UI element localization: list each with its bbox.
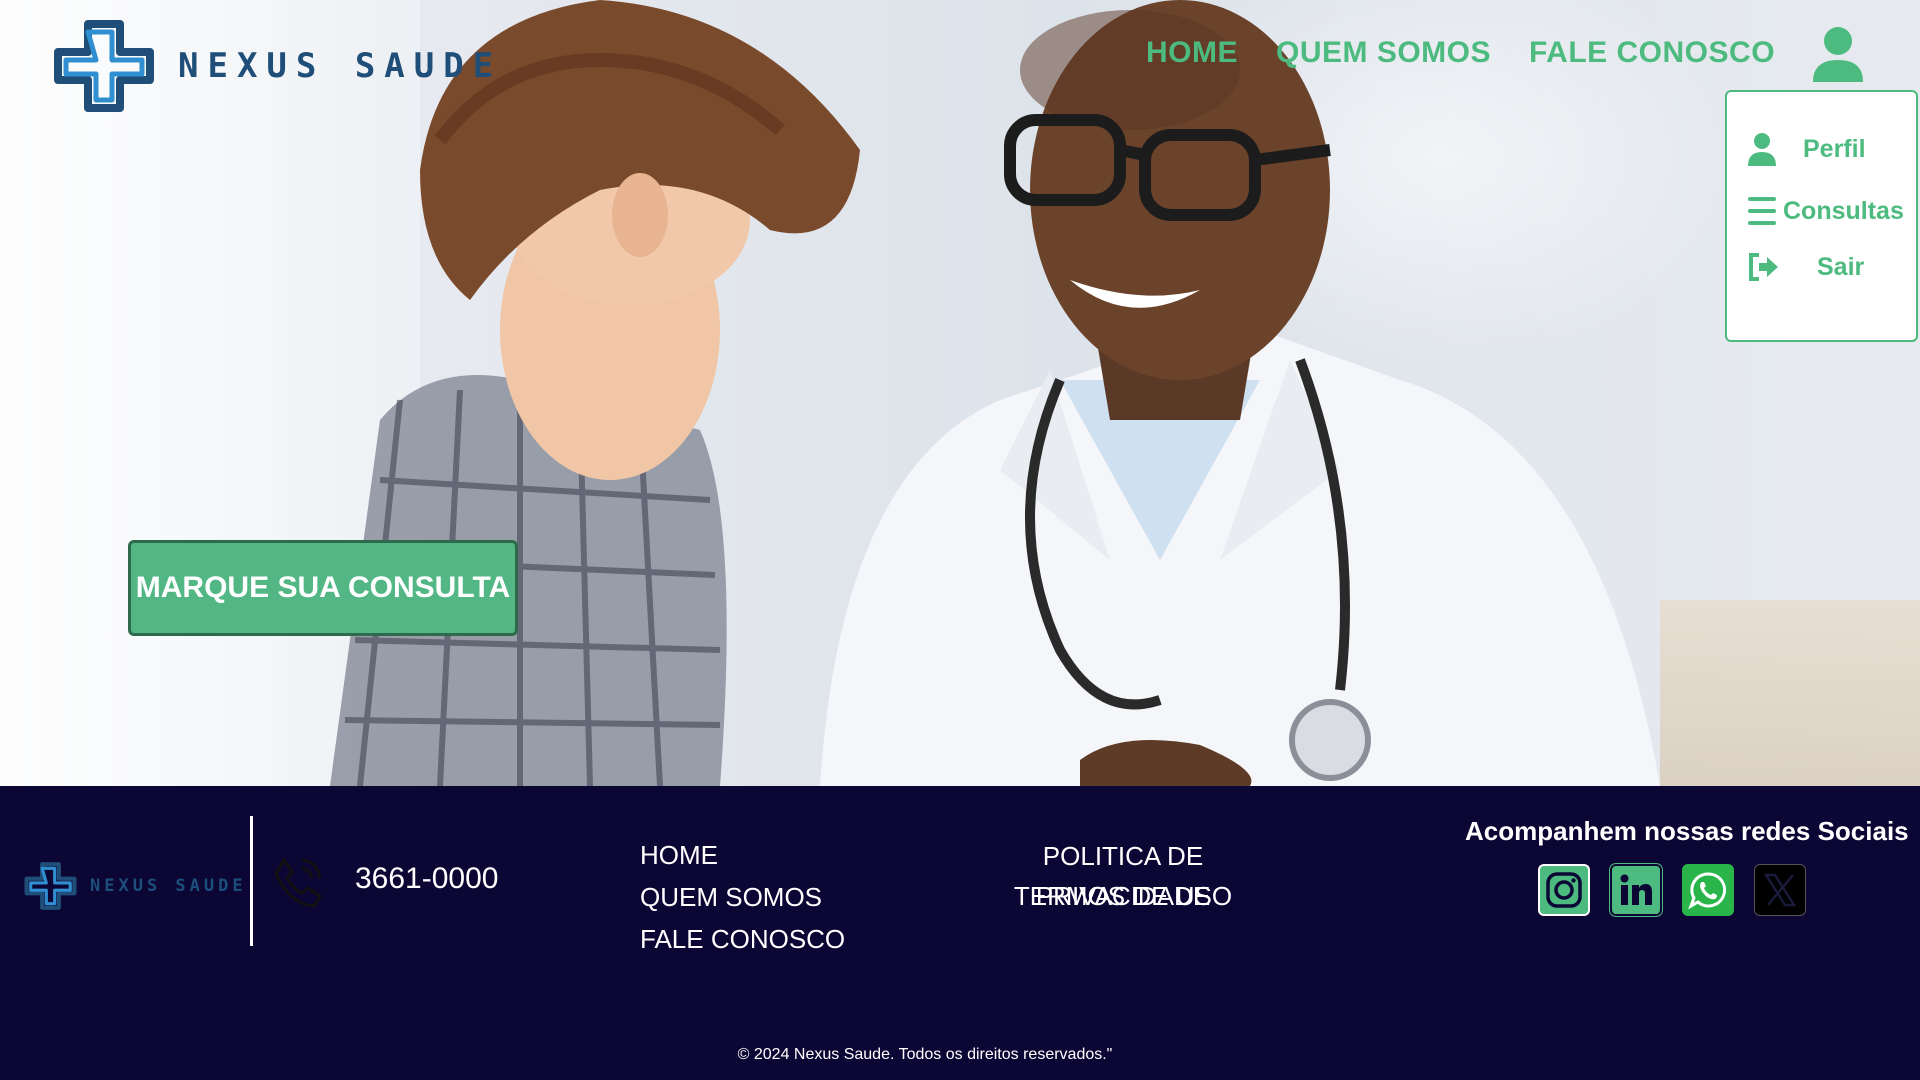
footer-link-terms[interactable]: TERMOS DE USO xyxy=(968,876,1278,916)
menu-item-label: Perfil xyxy=(1803,134,1866,163)
footer-brand-logo[interactable]: NEXUS SAUDE xyxy=(22,860,247,912)
hero-banner xyxy=(0,0,1920,786)
footer-nav: HOME QUEM SOMOS FALE CONOSCO xyxy=(640,834,845,960)
menu-item-sair[interactable]: Sair xyxy=(1747,252,1864,282)
menu-item-label: Consultas xyxy=(1783,196,1904,225)
whatsapp-icon xyxy=(1688,872,1727,910)
nav-fale-conosco[interactable]: FALE CONOSCO xyxy=(1529,36,1775,70)
nav-home[interactable]: HOME xyxy=(1146,36,1238,70)
brand-logo[interactable]: NEXUS SAUDE xyxy=(50,16,502,116)
phone-icon xyxy=(274,858,322,908)
book-appointment-button[interactable]: MARQUE SUA CONSULTA xyxy=(128,540,518,636)
medical-cross-logo-icon xyxy=(54,20,154,112)
footer-link-fale-conosco[interactable]: FALE CONOSCO xyxy=(640,918,845,960)
menu-item-consultas[interactable]: Consultas xyxy=(1747,194,1904,228)
x-icon xyxy=(1763,873,1797,907)
menu-item-perfil[interactable]: Perfil xyxy=(1747,132,1866,166)
logout-icon xyxy=(1749,253,1778,281)
footer-brand-name: NEXUS SAUDE xyxy=(90,876,247,896)
footer-link-home[interactable]: HOME xyxy=(640,834,845,876)
user-icon xyxy=(1748,133,1776,166)
list-icon xyxy=(1748,197,1776,225)
x-link[interactable] xyxy=(1754,864,1806,916)
site-footer: NEXUS SAUDE 3661-0000 HOME QUEM SOMOS FA… xyxy=(0,786,1920,1080)
brand-name: NEXUS SAUDE xyxy=(178,46,503,86)
user-dropdown-menu: Perfil Consultas Sair xyxy=(1725,90,1918,342)
copyright: © 2024 Nexus Saude. Todos os direitos re… xyxy=(737,1046,1113,1063)
nav-quem-somos[interactable]: QUEM SOMOS xyxy=(1276,36,1491,70)
user-icon xyxy=(1813,27,1863,82)
doctor-and-child-photo xyxy=(330,0,1660,786)
linkedin-link[interactable] xyxy=(1610,864,1662,916)
medical-cross-logo-icon xyxy=(24,862,77,910)
footer-link-quem-somos[interactable]: QUEM SOMOS xyxy=(640,876,845,918)
linkedin-icon xyxy=(1620,874,1652,905)
whatsapp-link[interactable] xyxy=(1682,864,1734,916)
footer-divider xyxy=(250,816,253,946)
footer-legal: POLITICA DE PRIVACIDADE TERMOS DE USO xyxy=(968,836,1278,916)
footer-phone: 3661-0000 xyxy=(355,862,499,895)
instagram-icon xyxy=(1546,872,1582,908)
social-title: Acompanhem nossas redes Sociais xyxy=(1465,816,1909,846)
main-nav: HOME QUEM SOMOS FALE CONOSCO xyxy=(1146,36,1775,70)
user-menu-button[interactable] xyxy=(1808,24,1868,84)
footer-link-privacy[interactable]: POLITICA DE PRIVACIDADE xyxy=(968,836,1278,911)
menu-item-label: Sair xyxy=(1817,252,1865,281)
social-links xyxy=(1538,864,1806,916)
instagram-link[interactable] xyxy=(1538,864,1590,916)
